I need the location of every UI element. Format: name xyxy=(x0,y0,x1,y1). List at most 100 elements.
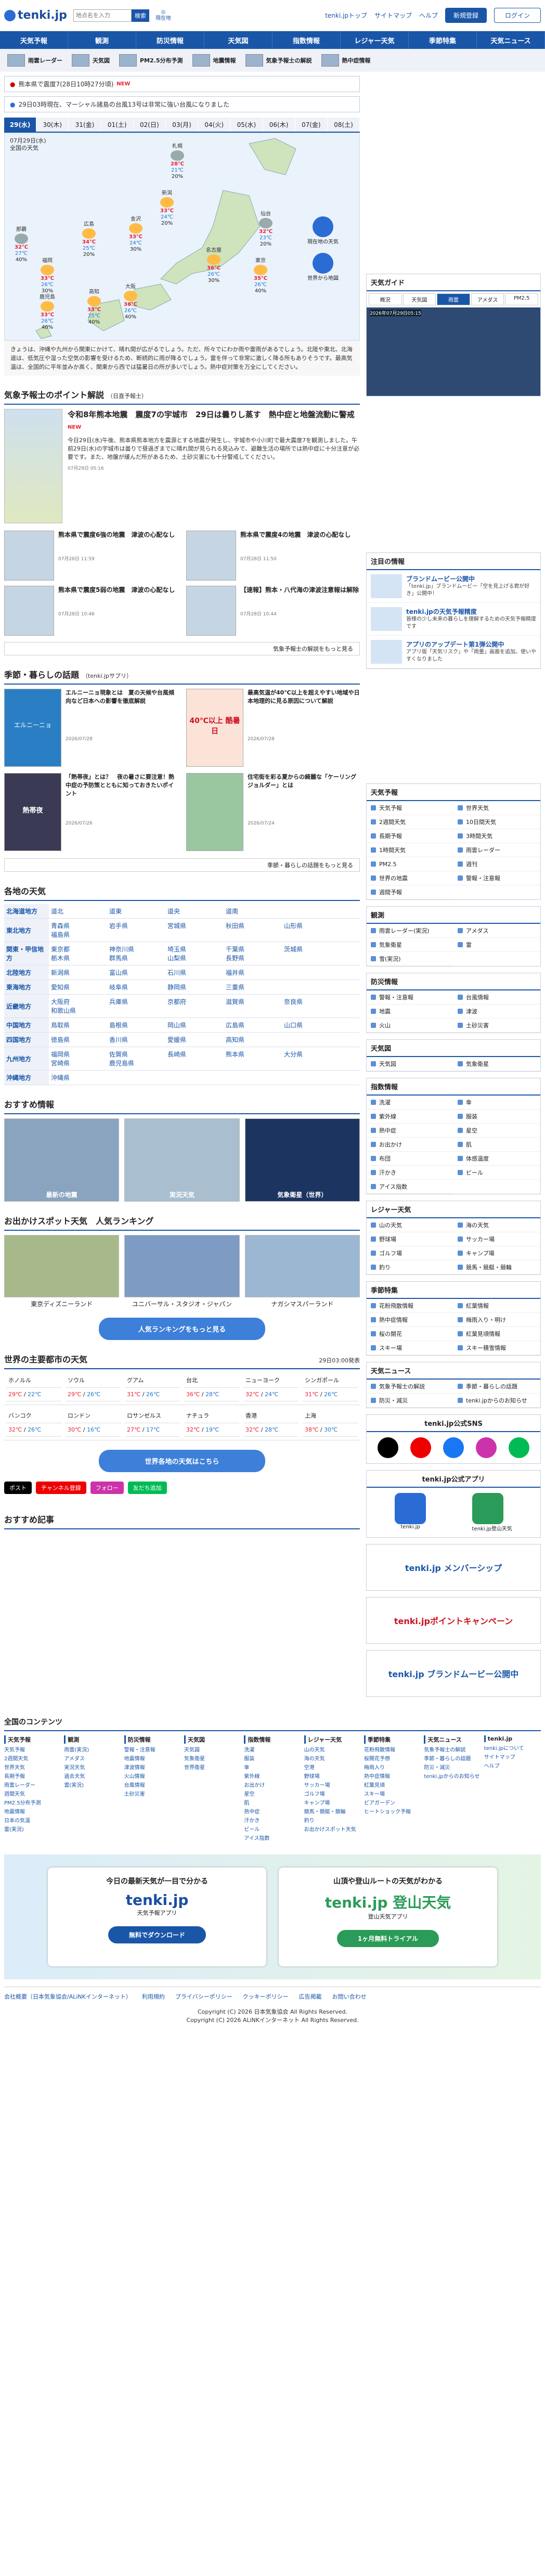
city-kochi[interactable]: 高知 33℃ 25℃ 40% xyxy=(83,289,106,326)
register-button[interactable]: 新規登録 xyxy=(445,8,487,23)
side-menu-item[interactable]: ゴルフ場 xyxy=(367,1246,453,1260)
content-link[interactable]: スキー場 xyxy=(364,1790,421,1799)
pref-link[interactable]: 愛媛県 xyxy=(167,1035,226,1044)
region-name[interactable]: 沖縄地方 xyxy=(4,1070,49,1085)
region-name[interactable]: 東北地方 xyxy=(4,918,49,942)
help-link[interactable]: ヘルプ xyxy=(419,11,438,20)
world-more-button[interactable]: 世界各地の天気はこちら xyxy=(99,1450,265,1472)
seasonal-item[interactable]: 住宅街を彩る夏からの綺麗な「ケーリングジョルダー」とは 2026/07/24 xyxy=(186,773,360,851)
content-link[interactable]: 洗濯 xyxy=(244,1746,301,1755)
city-fukuoka[interactable]: 福岡 33℃ 26℃ 30% xyxy=(36,258,59,294)
map-world-button[interactable]: 世界から地図 xyxy=(302,253,344,281)
notice-item[interactable]: アプリのアップデート第1弾公開中 アプリ版「天気リスク」や「雨量」画面を追加。使い… xyxy=(367,636,540,668)
pref-link[interactable]: 群馬県 xyxy=(109,954,167,962)
day-tab[interactable]: 03(月) xyxy=(165,118,199,132)
content-column-title[interactable]: 観測 xyxy=(64,1735,121,1744)
side-menu-item[interactable]: 2週間天気 xyxy=(367,815,453,829)
pref-link[interactable]: 静岡県 xyxy=(167,983,226,991)
content-link[interactable]: 地震情報 xyxy=(124,1755,181,1763)
pref-link[interactable]: 山形県 xyxy=(284,921,342,930)
side-menu-item[interactable]: 雷 xyxy=(453,938,540,952)
feature-title[interactable]: 令和8年熊本地震 震度7の宇城市 29日は曇りし蒸す 熱中症と地盤流動に警戒 N… xyxy=(68,409,360,433)
side-menu-item[interactable]: スキー場 xyxy=(367,1341,453,1355)
side-menu-item[interactable]: 紫外線 xyxy=(367,1110,453,1124)
content-link[interactable]: 海の天気 xyxy=(304,1755,361,1763)
spot-item[interactable]: 東京ディズニーランド xyxy=(4,1235,120,1308)
side-menu-item[interactable]: 服装 xyxy=(453,1110,540,1124)
side-menu-item[interactable]: 地震 xyxy=(367,1004,453,1019)
side-menu-item[interactable]: 体感温度 xyxy=(453,1152,540,1166)
pref-link[interactable]: 島根県 xyxy=(109,1021,167,1029)
region-name[interactable]: 北海道地方 xyxy=(4,904,49,919)
seasonal-item[interactable]: 40℃以上 酷暑日 最高気温が40℃以上を超えやすい地域や日本地理的に見る原因につ… xyxy=(186,689,360,767)
guide-tab[interactable]: 雨雲 xyxy=(437,293,470,305)
content-link[interactable]: 汗かき xyxy=(244,1817,301,1825)
side-menu-item[interactable]: 桜の開花 xyxy=(367,1327,453,1341)
pref-link[interactable]: 熊本県 xyxy=(226,1050,284,1059)
day-tab[interactable]: 02(日) xyxy=(133,118,166,132)
city-kanazawa[interactable]: 金沢 33℃ 24℃ 30% xyxy=(124,216,147,253)
side-menu-item[interactable]: 週刊 xyxy=(453,857,540,871)
side-menu-item[interactable]: 警報・注意報 xyxy=(367,990,453,1004)
pref-link[interactable]: 愛知県 xyxy=(51,983,109,991)
quick-link-earthquake[interactable]: 地震情報 xyxy=(192,54,236,67)
world-city[interactable]: ロンドン 30℃ / 16℃ xyxy=(63,1405,123,1440)
world-city[interactable]: ニューヨーク 32℃ / 24℃ xyxy=(241,1370,301,1405)
side-menu-item[interactable]: 3時間天気 xyxy=(453,829,540,843)
pref-link[interactable]: 岡山県 xyxy=(167,1021,226,1029)
content-link[interactable]: tenki.jpからのお知らせ xyxy=(424,1772,481,1781)
facebook-icon[interactable] xyxy=(443,1437,464,1458)
pref-link[interactable]: 富山県 xyxy=(109,968,167,977)
current-location-button[interactable]: ◎ 現在地 xyxy=(155,9,171,22)
sitemap-link[interactable]: サイトマップ xyxy=(374,11,412,20)
pref-link[interactable]: 大阪府 xyxy=(51,997,109,1006)
line-icon[interactable] xyxy=(508,1437,529,1458)
app-promo-tenki[interactable]: 今日の最新天気が一目で分かる tenki.jp 天気予報アプリ 無料でダウンロード xyxy=(48,1867,266,1966)
news-item[interactable]: 熊本県で震度5弱の地震 津波の心配なし 07月28日 10:46 xyxy=(4,586,178,636)
side-menu-item[interactable]: 布団 xyxy=(367,1152,453,1166)
pref-link[interactable]: 徳島県 xyxy=(51,1035,109,1044)
pref-link[interactable]: 東京都 xyxy=(51,945,109,954)
guide-tab[interactable]: 概況 xyxy=(369,293,402,305)
content-link[interactable]: サッカー場 xyxy=(304,1781,361,1790)
world-city[interactable]: シンガポール 31℃ / 26℃ xyxy=(301,1370,360,1405)
world-city[interactable]: 上海 38℃ / 30℃ xyxy=(301,1405,360,1440)
side-menu-item[interactable]: 釣り xyxy=(367,1260,453,1274)
side-menu-item[interactable]: 雪(実況) xyxy=(367,952,453,966)
nav-news[interactable]: 天気ニュース xyxy=(477,31,545,49)
day-tab[interactable]: 07(金) xyxy=(295,118,328,132)
city-sapporo[interactable]: 札幌 28℃ 21℃ 20% xyxy=(166,144,189,180)
seasonal-item[interactable]: 熱帯夜 「熱帯夜」とは？ 夜の暑さに要注意！熱中症の予防策とともに知っておきたいポ… xyxy=(4,773,178,851)
notice-item[interactable]: ブランドムービー公開中 「tenki.jp」ブランドムービー「空を見上げる君が好き… xyxy=(367,570,540,603)
guide-tab[interactable]: PM2.5 xyxy=(505,293,538,305)
footer-ad-link[interactable]: 広告掲載 xyxy=(299,1992,322,2001)
site-logo[interactable]: tenki.jp xyxy=(4,9,67,22)
pref-link[interactable]: 香川県 xyxy=(109,1035,167,1044)
content-link[interactable]: お出かけスポット天気 xyxy=(304,1825,361,1834)
content-link[interactable]: 防災・減災 xyxy=(424,1763,481,1772)
content-link[interactable]: 天気予報 xyxy=(4,1746,61,1755)
day-tab[interactable]: 04(火) xyxy=(198,118,231,132)
seasonal-more-link[interactable]: 季節・暮らしの話題をもっと見る xyxy=(4,858,360,872)
x-icon[interactable] xyxy=(378,1437,399,1458)
content-column-title[interactable]: 季節特集 xyxy=(364,1735,421,1744)
footer-terms-link[interactable]: 利用規約 xyxy=(142,1992,165,2001)
content-link[interactable]: 山の天気 xyxy=(304,1746,361,1755)
content-link[interactable]: アメダス xyxy=(64,1755,121,1763)
content-link[interactable]: 世界衛星 xyxy=(184,1763,241,1772)
typhoon-alert[interactable]: ● 29日03時現在、マーシャル諸島の台風13号は非常に強い台風になりました xyxy=(4,96,360,112)
pref-link[interactable]: 埼玉県 xyxy=(167,945,226,954)
side-menu-item[interactable]: 熱中症情報 xyxy=(367,1313,453,1327)
region-name[interactable]: 北陸地方 xyxy=(4,965,49,980)
pref-link[interactable]: 鳥取県 xyxy=(51,1021,109,1029)
pref-link[interactable]: 京都府 xyxy=(167,997,226,1006)
world-city[interactable]: バンコク 32℃ / 26℃ xyxy=(4,1405,63,1440)
content-link[interactable]: 土砂災害 xyxy=(124,1790,181,1799)
content-link[interactable]: ヒートショック予報 xyxy=(364,1808,421,1817)
side-menu-item[interactable]: お出かけ xyxy=(367,1138,453,1152)
pref-link[interactable]: 滋賀県 xyxy=(226,997,284,1006)
pref-link[interactable]: 佐賀県 xyxy=(109,1050,167,1059)
side-menu-item[interactable]: 花粉飛散情報 xyxy=(367,1299,453,1313)
world-city[interactable]: ソウル 29℃ / 26℃ xyxy=(63,1370,123,1405)
content-link[interactable]: サイトマップ xyxy=(484,1753,541,1762)
